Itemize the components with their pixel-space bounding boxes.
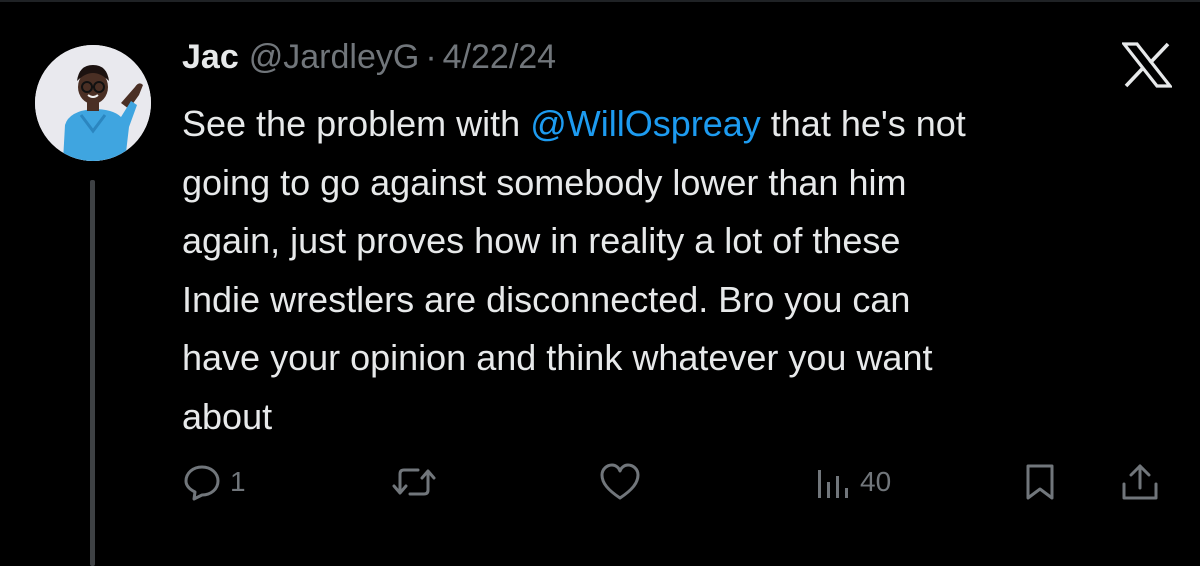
tweet-line: going to go against somebody lower than … [182, 161, 907, 203]
retweet-button[interactable] [390, 462, 446, 502]
share-icon [1122, 464, 1158, 500]
reply-count: 1 [230, 466, 246, 497]
mention-link[interactable]: @WillOspreay [530, 103, 761, 144]
tweet-line: have your opinion and think whatever you… [182, 337, 933, 378]
author-name[interactable]: Jac [182, 38, 239, 77]
tweet-header: Jac @JardleyG · 4/22/24 [182, 38, 556, 82]
reply-button[interactable]: 1 [182, 462, 246, 502]
tweet-text-segment: that he's not [760, 103, 966, 144]
share-button[interactable] [1118, 462, 1162, 502]
tweet-line: See the problem with @WillOspreay that h… [182, 95, 1182, 154]
top-divider [0, 0, 1200, 2]
author-handle[interactable]: @JardleyG [249, 38, 420, 77]
views-icon [818, 470, 848, 498]
x-logo-icon [1122, 42, 1172, 88]
thread-line [90, 180, 95, 566]
views-button[interactable]: 40 [812, 462, 891, 502]
views-count: 40 [860, 466, 892, 497]
retweet-icon [392, 468, 436, 496]
tweet-line: Indie wrestlers are disconnected. Bro yo… [182, 278, 911, 320]
header-separator: · [425, 38, 437, 76]
bookmark-icon [1026, 464, 1054, 500]
tweet-text: See the problem with @WillOspreay that h… [182, 95, 1182, 446]
avatar[interactable] [35, 45, 151, 161]
tweet-line: again, just proves how in reality a lot … [182, 220, 901, 261]
avatar-image [35, 45, 151, 161]
like-button[interactable] [598, 462, 650, 502]
reply-icon [184, 465, 220, 501]
bookmark-button[interactable] [1020, 462, 1060, 502]
tweet-line: about [182, 395, 273, 437]
tweet-text-segment: See the problem with [182, 103, 531, 144]
heart-icon [600, 463, 640, 500]
tweet-date[interactable]: 4/22/24 [443, 38, 556, 77]
